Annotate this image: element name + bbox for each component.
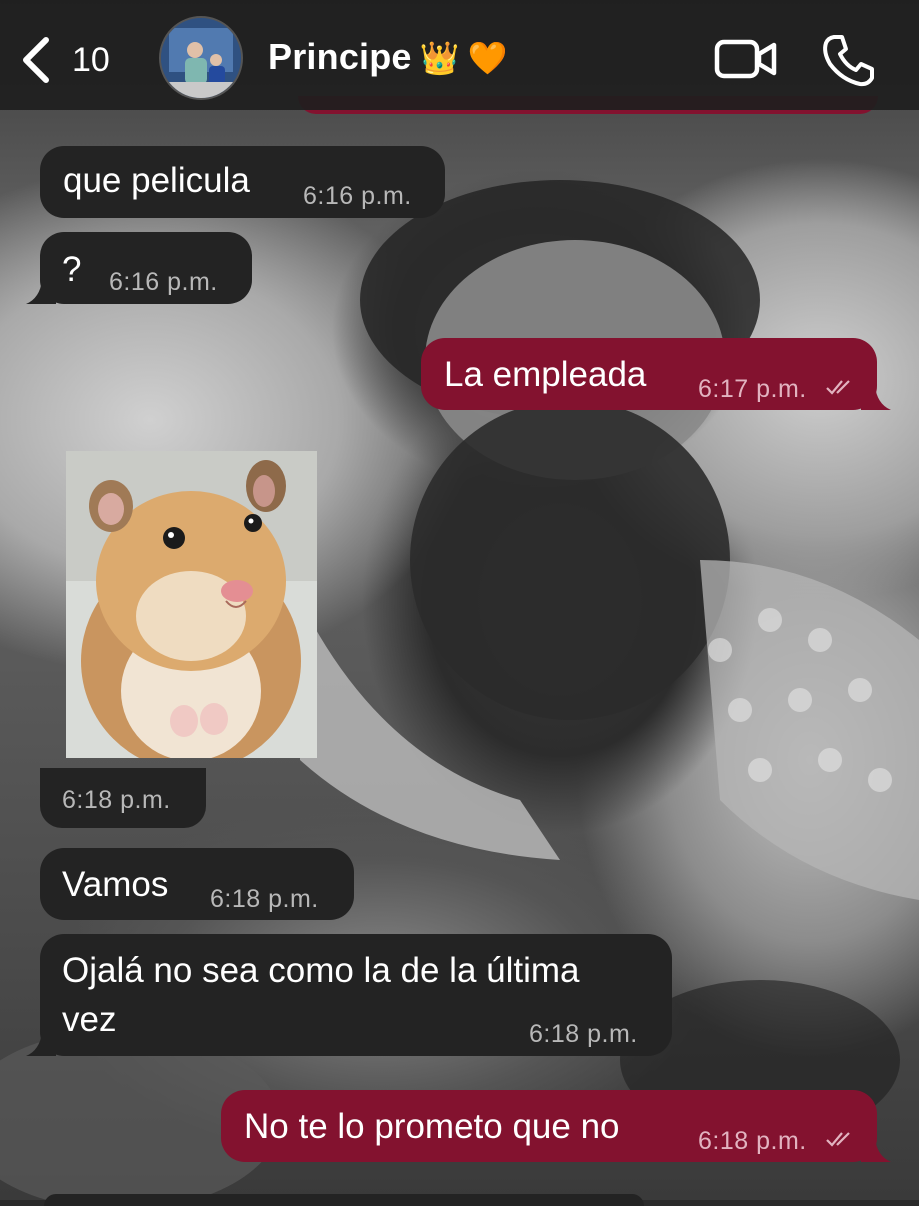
message-time: 6:18 p.m. bbox=[529, 1020, 638, 1048]
message-time: 6:18 p.m. bbox=[698, 1127, 807, 1155]
hamster-photo bbox=[66, 451, 317, 758]
incoming-message-bubble[interactable]: Vamos 6:18 p.m. bbox=[40, 848, 354, 920]
message-time: 6:18 p.m. bbox=[210, 885, 319, 913]
message-text: No te lo prometo que no bbox=[244, 1107, 620, 1146]
image-caption-bubble: 6:18 p.m. bbox=[40, 768, 206, 828]
incoming-message-bubble[interactable]: que pelicula 6:16 p.m. bbox=[40, 146, 445, 218]
bubble-tail bbox=[26, 1032, 56, 1056]
message-text-line-1: Ojalá no sea como la de la última bbox=[62, 951, 580, 990]
read-receipt-icon bbox=[826, 380, 850, 395]
bubble-tail bbox=[861, 386, 891, 410]
incoming-message-bubble[interactable]: ? 6:16 p.m. bbox=[26, 232, 252, 304]
message-text-line-2: vez bbox=[62, 1000, 117, 1039]
unread-count: 10 bbox=[72, 40, 110, 79]
chevron-left-icon bbox=[23, 37, 49, 83]
message-time: 6:18 p.m. bbox=[62, 786, 171, 814]
orange-heart-emoji: 🧡 bbox=[467, 39, 508, 77]
back-button[interactable]: 10 bbox=[18, 32, 128, 88]
incoming-message-bubble[interactable]: Ojalá no sea como la de la última vez 6:… bbox=[26, 934, 672, 1056]
message-text: ? bbox=[62, 250, 82, 289]
chat-header: 10 Principe 👑 🧡 bbox=[0, 0, 919, 110]
video-call-icon[interactable] bbox=[714, 36, 778, 82]
contact-name-text: Principe bbox=[268, 36, 412, 77]
phone-call-icon[interactable] bbox=[820, 32, 876, 88]
message-text: que pelicula bbox=[63, 161, 250, 200]
bubble-tail bbox=[861, 1138, 891, 1162]
message-text: Vamos bbox=[62, 865, 169, 904]
message-time: 6:17 p.m. bbox=[698, 375, 807, 403]
outgoing-message-bubble[interactable]: No te lo prometo que no 6:18 p.m. bbox=[221, 1090, 891, 1162]
next-incoming-bubble-edge bbox=[44, 1194, 644, 1206]
crown-emoji: 👑 bbox=[419, 39, 460, 77]
hamster-image[interactable] bbox=[66, 451, 317, 758]
contact-name[interactable]: Principe 👑 🧡 bbox=[268, 36, 508, 78]
avatar[interactable] bbox=[159, 16, 243, 100]
message-time: 6:16 p.m. bbox=[303, 182, 412, 210]
read-receipt-icon bbox=[826, 1132, 850, 1147]
bubble-tail bbox=[26, 280, 56, 304]
message-text: La empleada bbox=[444, 355, 647, 394]
outgoing-message-bubble[interactable]: La empleada 6:17 p.m. bbox=[421, 338, 891, 410]
avatar-photo bbox=[161, 18, 241, 98]
message-time: 6:16 p.m. bbox=[109, 268, 218, 296]
